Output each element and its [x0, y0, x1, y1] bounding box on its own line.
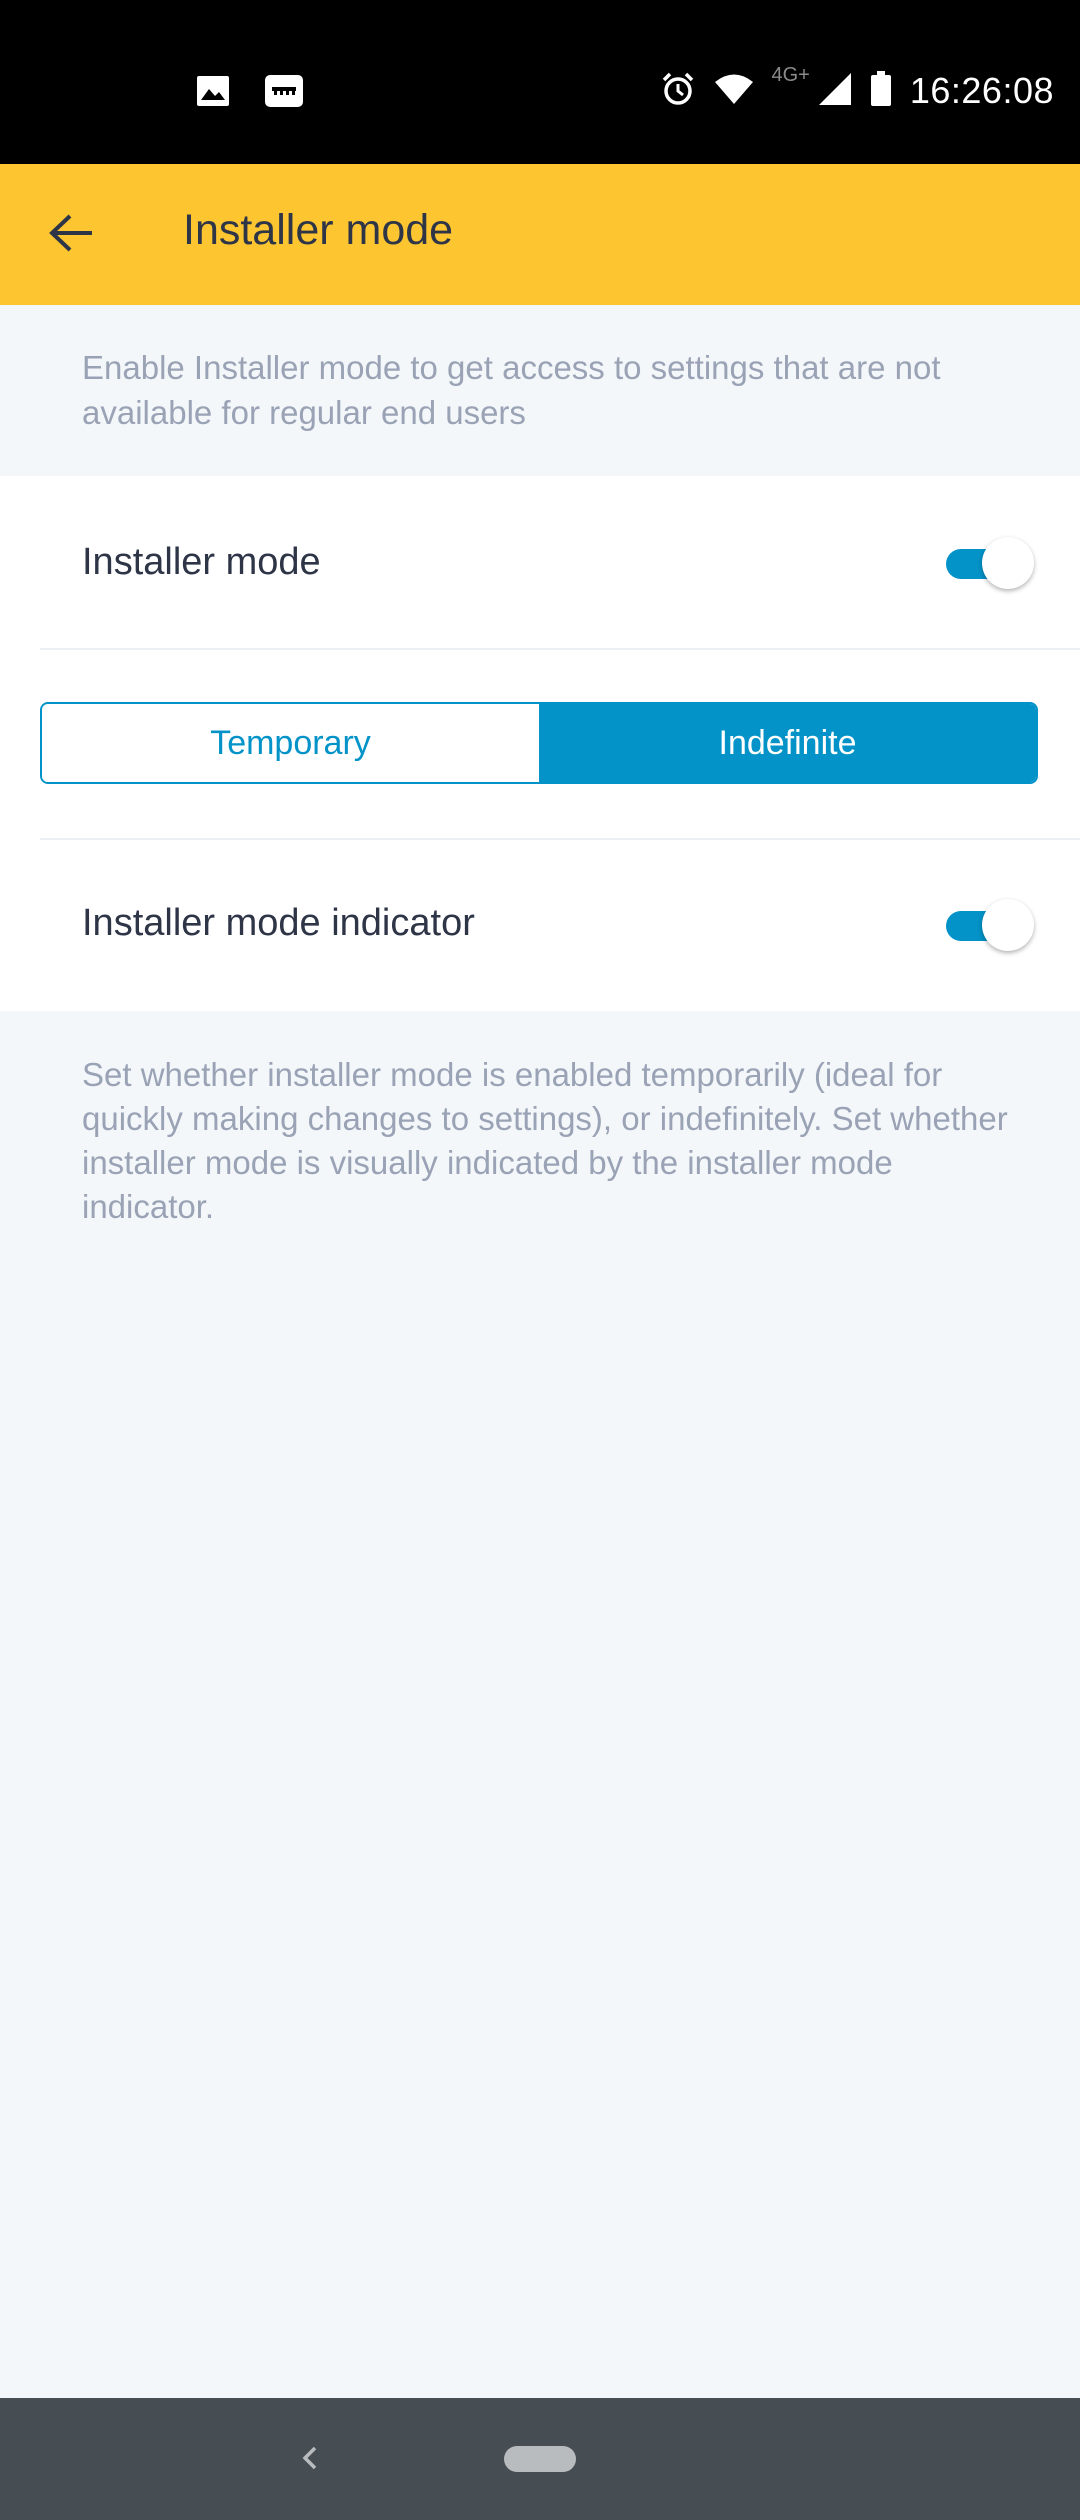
battery-icon: [870, 71, 892, 111]
nav-back-icon[interactable]: [290, 2438, 330, 2478]
status-bar-notifications: [196, 74, 304, 112]
status-bar-system: 4G+ 16:26:08: [660, 64, 1055, 112]
installer-mode-toggle[interactable]: [946, 535, 1034, 591]
toggle-thumb: [982, 537, 1034, 589]
status-bar-time: 16:26:08: [909, 70, 1054, 111]
back-button[interactable]: [28, 192, 114, 278]
duration-segmented-control: Temporary Indefinite: [40, 702, 1038, 784]
status-bar: 4G+ 16:26:08: [0, 0, 1080, 164]
sd-card-icon: [264, 74, 304, 112]
divider: [40, 838, 1080, 840]
installer-mode-indicator-label: Installer mode indicator: [82, 902, 475, 944]
image-icon: [196, 75, 230, 111]
navigation-bar: [0, 2398, 1080, 2520]
network-type-label: 4G+: [771, 63, 810, 86]
arrow-left-icon: [48, 213, 94, 257]
nav-home-pill[interactable]: [504, 2446, 576, 2472]
wifi-icon: [714, 73, 754, 109]
segment-indefinite[interactable]: Indefinite: [539, 704, 1036, 782]
divider: [40, 648, 1080, 650]
app-bar: Installer mode: [0, 164, 1080, 305]
installer-mode-indicator-toggle[interactable]: [946, 897, 1034, 953]
segment-temporary[interactable]: Temporary: [42, 704, 539, 782]
intro-description: Enable Installer mode to get access to s…: [82, 349, 941, 431]
installer-mode-label: Installer mode: [82, 541, 321, 583]
alarm-icon: [660, 71, 696, 111]
signal-icon: [818, 72, 852, 110]
help-description: Set whether installer mode is enabled te…: [82, 1056, 1008, 1225]
page-title: Installer mode: [183, 206, 454, 254]
toggle-thumb: [982, 899, 1034, 951]
